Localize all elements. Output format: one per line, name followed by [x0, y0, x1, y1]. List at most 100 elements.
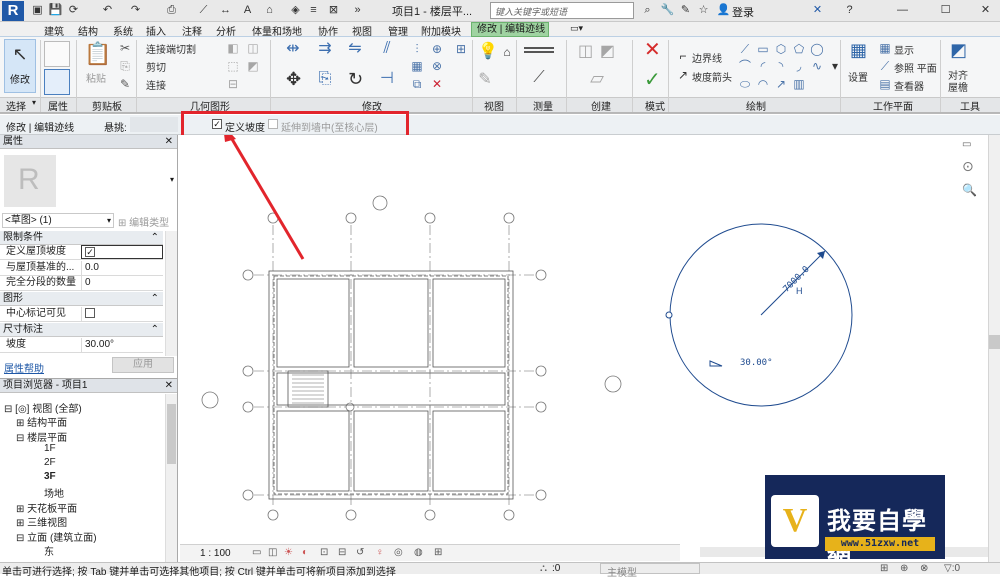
vertical-scrollbar[interactable] [988, 135, 1000, 562]
section-icon[interactable]: ◈ [288, 3, 303, 18]
visual-style-icon[interactable]: ◫ [268, 547, 277, 558]
group-icon[interactable]: ◩ [600, 44, 615, 60]
ellipse-icon[interactable]: ⬭ [738, 77, 752, 91]
dimension-tool-icon[interactable]: ⟋ [532, 70, 546, 86]
fillet-arc-icon[interactable]: ◞ [792, 59, 806, 73]
match-icon[interactable]: ✎ [118, 77, 132, 91]
browser-scrollbar[interactable] [165, 394, 177, 562]
star-icon[interactable]: ☆ [696, 3, 711, 18]
center-mark-checkbox[interactable] [81, 307, 163, 321]
overhang-input[interactable] [130, 117, 178, 132]
tab-analyze[interactable]: 分析 [216, 23, 236, 38]
edit-type-button[interactable]: ⊞ 编辑类型 [118, 214, 169, 229]
part-icon[interactable]: ▱ [590, 69, 604, 87]
slope-angle-text[interactable]: 30.00° [740, 358, 773, 368]
analytical-icon[interactable]: ◍ [414, 547, 423, 558]
pick-walls-icon[interactable]: ▥ [792, 77, 806, 91]
mirror-axis-icon[interactable]: ⇋ [348, 41, 362, 57]
finish-edit-icon[interactable]: ✓ [644, 70, 661, 90]
shadows-icon[interactable]: ◐ [302, 547, 308, 558]
properties-help-link[interactable]: 属性帮助 [4, 360, 44, 375]
view-icon[interactable]: ⌂ [500, 45, 514, 59]
open-icon[interactable]: ▣ [30, 3, 45, 18]
split-icon[interactable]: ⫶ [410, 42, 424, 56]
editable-only-icon[interactable]: ⊞ [880, 563, 888, 574]
modify-button[interactable]: ↖ 修改 [4, 39, 36, 93]
viewer-icon[interactable]: ▤ [878, 77, 892, 91]
tab-structure[interactable]: 结构 [78, 23, 98, 38]
scale-icon[interactable]: ⧉ [410, 77, 424, 91]
override-icon[interactable]: ✎ [478, 72, 492, 88]
filter-icon[interactable]: ▽:0 [944, 563, 960, 574]
tab-toggle-icon[interactable]: ▭▾ [570, 23, 583, 34]
tab-modify-edit-footprint[interactable]: 修改 | 编辑迹线 [471, 22, 549, 37]
viewer-label[interactable]: 查看器 [894, 78, 924, 93]
paste-icon[interactable]: 📋 [84, 41, 111, 69]
sync-icon[interactable]: ⟳ [66, 3, 81, 18]
ref-plane-icon[interactable]: ⟋ [878, 59, 892, 73]
tab-architecture[interactable]: 建筑 [44, 23, 64, 38]
close-properties-icon[interactable]: ✕ [165, 135, 173, 148]
split-face-icon[interactable]: ⬚ [226, 59, 240, 73]
tab-annotate[interactable]: 注释 [182, 23, 202, 38]
align-eave-icon[interactable]: ◩ [950, 41, 967, 59]
comm-icon[interactable]: ✎ [678, 3, 693, 18]
close-browser-icon[interactable]: ✕ [165, 379, 173, 392]
arc-center-icon[interactable]: ◜ [756, 59, 770, 73]
slope-arrow-icon[interactable]: ↗ [676, 68, 690, 82]
set-label[interactable]: 设置 [848, 69, 868, 84]
cut-icon[interactable]: ✂ [118, 41, 132, 55]
binoculars-icon[interactable]: ⌕ [640, 3, 655, 18]
section-constraints[interactable]: 限制条件 ⌃ [0, 231, 163, 245]
maximize-icon[interactable]: ☐ [938, 3, 953, 18]
tangent-arc-icon[interactable]: ◝ [774, 59, 788, 73]
hide-icon[interactable]: 💡 [478, 44, 498, 60]
view-scale[interactable]: 1 : 100 [200, 548, 231, 559]
copy-element-icon[interactable]: ⎘ [318, 71, 332, 87]
line-icon[interactable]: ⟋ [738, 42, 752, 56]
tree-item-east[interactable]: 东 [44, 543, 54, 558]
cut-label[interactable]: 剪切 [146, 59, 166, 74]
mirror-draw-icon[interactable]: ⫽ [380, 41, 394, 57]
define-slope-prop-checkbox[interactable]: ✓ [81, 245, 163, 259]
measure-icon[interactable]: ⟋ [196, 3, 211, 18]
design-option-select[interactable]: 主模型 [600, 563, 700, 579]
login-link[interactable]: 登录 [732, 4, 754, 20]
help-icon[interactable]: ? [842, 3, 857, 18]
tree-item-3f[interactable]: 3F [44, 471, 56, 482]
select-links-icon[interactable]: ⊕ [900, 563, 908, 574]
save-icon[interactable]: 💾 [48, 3, 63, 18]
pick-lines-icon[interactable]: ↗ [774, 77, 788, 91]
tab-insert[interactable]: 插入 [146, 23, 166, 38]
tab-massing-site[interactable]: 体量和场地 [252, 23, 302, 38]
print-icon[interactable]: ⎙ [164, 3, 179, 18]
pin-icon[interactable]: ⊕ [430, 42, 444, 56]
segments-value[interactable]: 0 [81, 276, 163, 290]
thin-lines-icon[interactable]: ≡ [306, 3, 321, 18]
crop-icon[interactable]: ⊡ [320, 547, 328, 558]
type-properties-icon[interactable] [44, 69, 70, 95]
apply-button[interactable]: 应用 [112, 357, 174, 373]
tree-item-structural-plans[interactable]: ⊞ 结构平面 [16, 414, 67, 429]
user-icon[interactable]: 👤 [716, 3, 731, 18]
revit-logo[interactable]: R [2, 1, 24, 21]
search-input[interactable]: 键入关键字或短语 [490, 2, 634, 19]
section-graphics[interactable]: 图形 ⌃ [0, 292, 163, 306]
show-label[interactable]: 显示 [894, 42, 914, 57]
reveal-hidden-icon[interactable]: ◎ [394, 547, 403, 558]
tab-addins[interactable]: 附加模块 [421, 23, 461, 38]
tab-systems[interactable]: 系统 [113, 23, 133, 38]
unpin-icon[interactable]: ⊗ [430, 59, 444, 73]
slope-arrow-label[interactable]: 坡度箭头 [692, 69, 732, 84]
tree-item-1f[interactable]: 1F [44, 443, 56, 454]
ref-plane-label[interactable]: 参照 平面 [894, 60, 937, 75]
show-workplane-icon[interactable]: ▦ [878, 41, 892, 55]
text-icon[interactable]: A [240, 3, 255, 18]
delete-icon[interactable]: ✕ [430, 77, 444, 91]
slope-value[interactable]: 30.00° [81, 338, 163, 352]
steering-wheel-icon[interactable]: ⊙ [962, 158, 984, 175]
type-dropdown-icon[interactable]: ▾ [170, 175, 174, 184]
wall-join-icon[interactable]: ◧ [226, 41, 240, 55]
close-icon[interactable]: ✕ [978, 3, 993, 18]
select-pinned-icon[interactable]: ⊗ [920, 563, 928, 574]
